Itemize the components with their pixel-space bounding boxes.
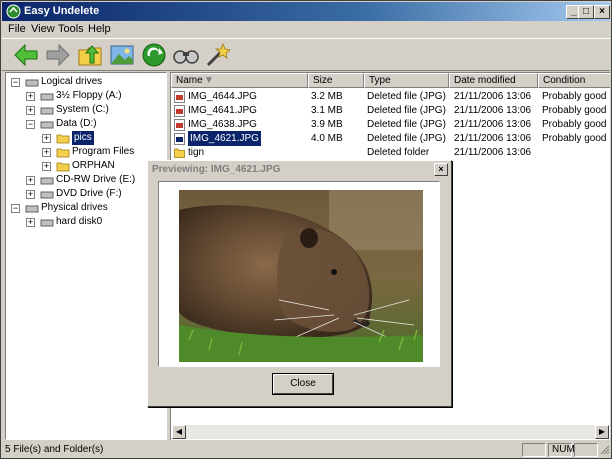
search-icon[interactable] xyxy=(172,41,200,69)
collapse-icon[interactable]: − xyxy=(26,120,35,129)
window-title: Easy Undelete xyxy=(24,5,100,17)
horizontal-scrollbar[interactable]: ◀ ▶ xyxy=(172,425,609,439)
tree-node-logical-drives[interactable]: − Logical drives xyxy=(11,75,161,89)
forward-icon[interactable] xyxy=(44,41,72,69)
preview-dialog: Previewing: IMG_4621.JPG × Close xyxy=(147,160,452,407)
scroll-right-icon[interactable]: ▶ xyxy=(595,425,609,439)
column-type[interactable]: Type xyxy=(364,73,449,88)
table-row[interactable]: tign Deleted folder 21/11/2006 13:06 xyxy=(171,145,610,160)
back-icon[interactable] xyxy=(12,41,40,69)
hard-disk-icon xyxy=(40,219,54,227)
jpg-file-icon xyxy=(174,105,185,117)
tree-node-floppy[interactable]: + 3½ Floppy (A:) xyxy=(26,89,166,103)
folder-icon xyxy=(174,148,185,158)
tree-node-hard-disk0[interactable]: + hard disk0 xyxy=(26,215,166,229)
status-pane-empty xyxy=(522,443,546,457)
recover-icon[interactable] xyxy=(140,41,168,69)
num-lock-indicator: NUM xyxy=(548,443,575,457)
column-condition[interactable]: Condition xyxy=(538,73,610,88)
tree-node-dvd[interactable]: + DVD Drive (F:) xyxy=(26,187,166,201)
up-folder-icon[interactable] xyxy=(76,41,104,69)
collapse-icon[interactable]: − xyxy=(11,78,20,87)
drive-icon xyxy=(25,205,39,213)
column-name[interactable]: Name ▼ xyxy=(171,73,308,88)
view-icon[interactable] xyxy=(108,41,136,69)
expand-icon[interactable]: + xyxy=(26,92,35,101)
dialog-title: Previewing: IMG_4621.JPG xyxy=(152,164,281,175)
hard-drive-icon xyxy=(40,121,54,129)
scroll-left-icon[interactable]: ◀ xyxy=(172,425,186,439)
hard-drive-icon xyxy=(40,107,54,115)
folder-icon xyxy=(56,148,70,158)
dvd-drive-icon xyxy=(40,191,54,199)
jpg-file-icon xyxy=(174,119,185,131)
floppy-drive-icon xyxy=(40,93,54,101)
menu-tools[interactable]: Tools xyxy=(58,23,84,35)
jpg-file-icon xyxy=(174,133,185,145)
tree-node-physical-drives[interactable]: − Physical drives xyxy=(11,201,161,215)
menu-bar: File View Tools Help xyxy=(2,22,610,38)
table-row[interactable]: IMG_4638.JPG 3.9 MB Deleted file (JPG) 2… xyxy=(171,117,610,132)
list-header: Name ▼ Size Type Date modified Condition xyxy=(171,73,610,88)
status-text: 5 File(s) and Folder(s) xyxy=(5,444,104,455)
expand-icon[interactable]: + xyxy=(26,190,35,199)
tree-node-cdrw[interactable]: + CD-RW Drive (E:) xyxy=(26,173,166,187)
toolbar xyxy=(2,38,610,71)
tree-node-system[interactable]: + System (C:) xyxy=(26,103,166,117)
column-size[interactable]: Size xyxy=(308,73,364,88)
cd-drive-icon xyxy=(40,177,54,185)
expand-icon[interactable]: + xyxy=(42,148,51,157)
menu-file[interactable]: File xyxy=(8,23,26,35)
dialog-close-icon[interactable]: × xyxy=(434,163,448,176)
menu-view[interactable]: View xyxy=(31,23,55,35)
close-window-button[interactable]: × xyxy=(594,5,610,19)
table-row-selected[interactable]: IMG_4621.JPG 4.0 MB Deleted file (JPG) 2… xyxy=(171,131,610,146)
folder-icon xyxy=(56,162,70,172)
expand-icon[interactable]: + xyxy=(26,176,35,185)
maximize-button[interactable]: □ xyxy=(578,5,594,19)
resize-grip-icon[interactable] xyxy=(599,444,610,456)
sort-down-icon: ▼ xyxy=(204,75,214,86)
tree-node-pics[interactable]: + pics xyxy=(42,131,162,145)
folder-icon xyxy=(56,134,70,144)
status-bar: 5 File(s) and Folder(s) NUM xyxy=(2,442,610,458)
preview-frame xyxy=(158,181,440,367)
close-button[interactable]: Close xyxy=(273,374,333,394)
expand-icon[interactable]: + xyxy=(26,106,35,115)
jpg-file-icon xyxy=(174,91,185,103)
status-pane-empty xyxy=(574,443,598,457)
tree-node-orphan[interactable]: + ORPHAN xyxy=(42,159,162,173)
table-row[interactable]: IMG_4644.JPG 3.2 MB Deleted file (JPG) 2… xyxy=(171,89,610,104)
table-row[interactable]: IMG_4641.JPG 3.1 MB Deleted file (JPG) 2… xyxy=(171,103,610,118)
dialog-title-bar[interactable]: Previewing: IMG_4621.JPG × xyxy=(149,162,450,178)
wizard-icon[interactable] xyxy=(204,41,232,69)
drive-tree[interactable]: − Logical drives + 3½ Floppy (A:) + Syst… xyxy=(5,72,167,440)
expand-icon[interactable]: + xyxy=(26,218,35,227)
expand-icon[interactable]: + xyxy=(42,134,51,143)
app-recycle-icon xyxy=(6,4,21,19)
collapse-icon[interactable]: − xyxy=(11,204,20,213)
tree-node-program-files[interactable]: + Program Files xyxy=(42,145,162,159)
drive-icon xyxy=(25,79,39,87)
expand-icon[interactable]: + xyxy=(42,162,51,171)
preview-image xyxy=(179,190,423,362)
column-modified[interactable]: Date modified xyxy=(449,73,538,88)
menu-help[interactable]: Help xyxy=(88,23,111,35)
tree-node-data[interactable]: − Data (D:) xyxy=(26,117,166,131)
title-bar[interactable]: Easy Undelete _ □ × xyxy=(2,2,610,21)
app-window: Easy Undelete _ □ × File View Tools Help xyxy=(0,0,612,459)
